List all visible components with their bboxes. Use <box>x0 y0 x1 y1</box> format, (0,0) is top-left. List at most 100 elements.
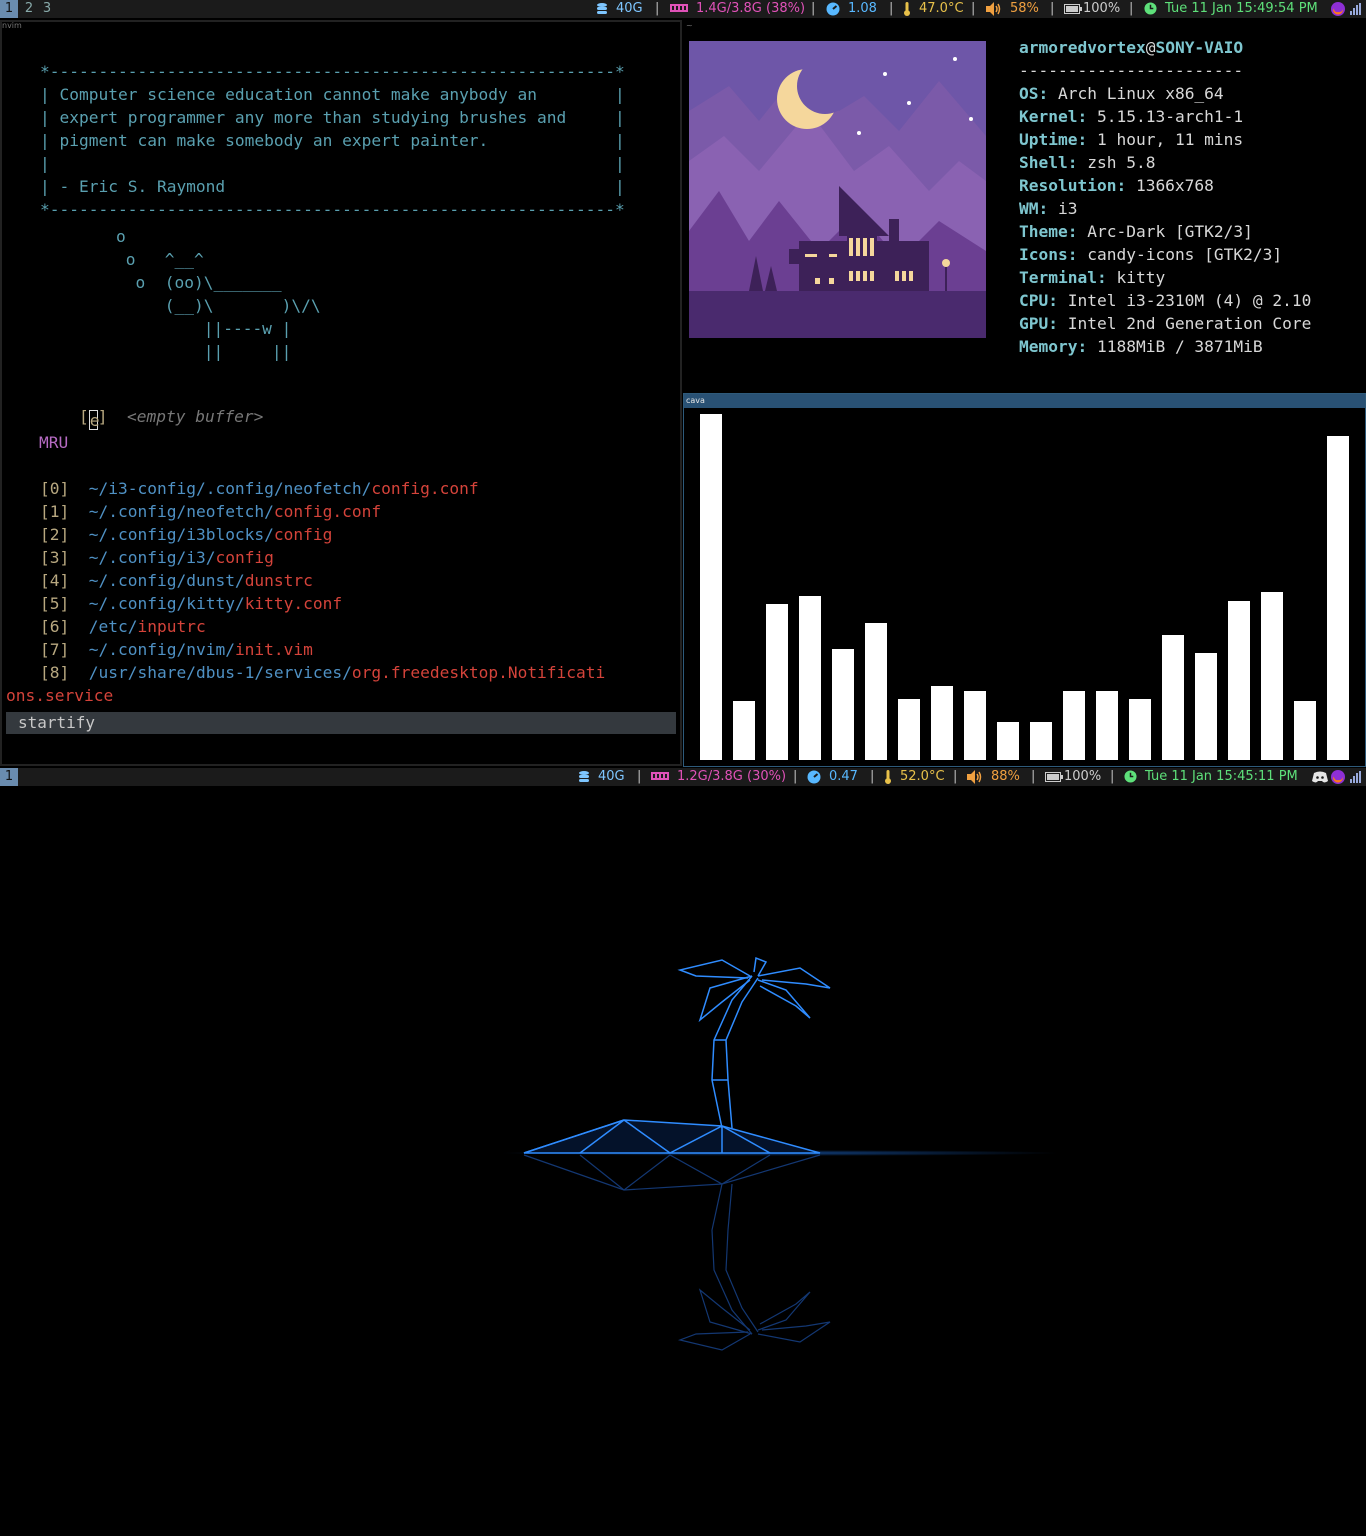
mru-file: config <box>273 525 333 544</box>
mru-dir: ~/.config/kitty/ <box>88 594 245 613</box>
clock-block: Tue 11 Jan 15:49:54 PM <box>1144 0 1318 18</box>
neofetch-key: GPU: <box>1019 314 1058 333</box>
neofetch-key: CPU: <box>1019 291 1058 310</box>
firefox-icon[interactable] <box>1330 769 1346 785</box>
separator: | <box>870 769 875 784</box>
mru-index: [4] <box>40 571 70 590</box>
mru-item[interactable]: [1] ~/.config/neofetch/config.conf <box>40 502 381 522</box>
quote-line: | expert programmer any more than studyi… <box>40 108 625 127</box>
separator: | <box>1110 769 1115 784</box>
neofetch-userhost: armoredvortex@SONY-VAIO <box>1019 38 1244 57</box>
empty-buffer-entry[interactable]: [e] <empty buffer> <box>40 387 263 450</box>
mru-item[interactable]: [3] ~/.config/i3/config <box>40 548 274 568</box>
empty-buffer-label: <empty buffer> <box>126 407 264 426</box>
mru-item[interactable]: [6] /etc/inputrc <box>40 617 206 637</box>
mru-index: [7] <box>40 640 70 659</box>
neofetch-value: 1 hour, 11 mins <box>1087 130 1244 149</box>
memory-value: 1.2G/3.8G (30%) <box>677 769 787 784</box>
neofetch-rule: ----------------------- <box>1019 61 1244 80</box>
neofetch-key: Theme: <box>1019 222 1078 241</box>
separator: | <box>1031 769 1036 784</box>
discord-icon[interactable] <box>1312 771 1328 783</box>
neofetch-window[interactable]: armoredvortex@SONY-VAIO ----------------… <box>685 34 1366 392</box>
cava-bar <box>1096 691 1118 760</box>
temp-value: 52.0°C <box>900 769 945 784</box>
separator: | <box>811 1 816 16</box>
neofetch-value: 1366x768 <box>1126 176 1214 195</box>
quote-line: | - Eric S. Raymond | <box>40 177 625 196</box>
clock-icon <box>1144 2 1157 15</box>
cursor: e <box>88 410 100 430</box>
neofetch-key: Memory: <box>1019 337 1088 356</box>
mru-index: [8] <box>40 663 70 682</box>
mru-item[interactable]: [4] ~/.config/dunst/dunstrc <box>40 571 313 591</box>
mru-file: config.conf <box>371 479 479 498</box>
mru-dir: ~/.config/neofetch/ <box>88 502 274 521</box>
cow-line: o <box>116 227 126 246</box>
database-icon <box>579 770 589 782</box>
mru-dir: ~/.config/dunst/ <box>88 571 245 590</box>
mru-item[interactable]: [0] ~/i3-config/.config/neofetch/config.… <box>40 479 479 499</box>
signal-icon <box>1350 771 1361 783</box>
mru-item[interactable]: [2] ~/.config/i3blocks/config <box>40 525 332 545</box>
clock-block: Tue 11 Jan 15:45:11 PM <box>1124 768 1298 786</box>
mru-dir: /etc/ <box>88 617 138 636</box>
cava-bar <box>1294 701 1316 760</box>
temp-value: 47.0°C <box>919 1 964 16</box>
cow-line: (__)\ )\/\ <box>116 296 321 315</box>
night-landscape-image <box>689 41 986 338</box>
cava-window[interactable]: cava <box>683 393 1366 767</box>
disk-block: 40G <box>596 0 643 18</box>
mru-index: [1] <box>40 502 70 521</box>
cava-bar <box>1129 699 1151 760</box>
load-block: 1.08 <box>826 0 877 18</box>
thermometer-icon <box>885 769 891 784</box>
cava-bar <box>1162 635 1184 760</box>
memory-block: 1.4G/3.8G (38%) <box>670 0 805 18</box>
mru-index: [3] <box>40 548 70 567</box>
firefox-icon[interactable] <box>1330 1 1346 17</box>
neofetch-value: candy-icons [GTK2/3] <box>1077 245 1283 264</box>
mru-header: MRU <box>39 433 69 452</box>
speaker-icon <box>967 769 982 784</box>
volume-value: 88% <box>991 769 1020 784</box>
volume-value: 58% <box>1010 1 1039 16</box>
cow-line: || || <box>116 342 292 361</box>
quote-line: *---------------------------------------… <box>40 62 625 81</box>
quote-line: | pigment can make somebody an expert pa… <box>40 131 625 150</box>
workspace-2-button[interactable]: 2 <box>20 0 38 18</box>
mru-item[interactable]: [7] ~/.config/nvim/init.vim <box>40 640 313 660</box>
mru-file: config.conf <box>273 502 382 521</box>
mru-file: init.vim <box>234 640 313 659</box>
separator: | <box>793 769 798 784</box>
workspace-1-button[interactable]: 1 <box>0 0 18 18</box>
battery-block: 100% <box>1064 0 1120 18</box>
cava-bar <box>997 722 1019 760</box>
mru-dir: ~/i3-config/.config/neofetch/ <box>88 479 372 498</box>
mru-file: inputrc <box>137 617 206 636</box>
nvim-window[interactable]: *---------------------------------------… <box>0 20 682 766</box>
temp-block: 47.0°C <box>903 0 964 18</box>
cava-bar <box>898 699 920 760</box>
quote-line: *---------------------------------------… <box>40 200 625 219</box>
mru-item[interactable]: [8] /usr/share/dbus-1/services/org.freed… <box>40 663 605 683</box>
load-value: 0.47 <box>829 769 858 784</box>
workspace-3-button[interactable]: 3 <box>38 0 56 18</box>
load-block: 0.47 <box>807 768 858 786</box>
mru-file: config <box>215 548 274 567</box>
volume-block: 58% <box>986 0 1039 18</box>
neofetch-row: Theme: Arc-Dark [GTK2/3] <box>1019 220 1253 243</box>
cow-line: o (oo)\_______ <box>116 273 282 292</box>
temp-block: 52.0°C <box>884 768 945 786</box>
cow-line: o ^__^ <box>116 250 204 269</box>
battery-icon <box>1064 3 1082 14</box>
mru-file: org.freedesktop.Notificati <box>351 663 606 682</box>
quote-line: | | <box>40 154 625 173</box>
neofetch-value: kitty <box>1106 268 1166 287</box>
battery-value: 100% <box>1083 1 1121 16</box>
cava-bar <box>931 686 953 760</box>
bottom-status-bar: 1 40G | 1.2G/3.8G (30%) | 0.47 | 52.0°C … <box>0 768 1366 786</box>
workspace-1-button[interactable]: 1 <box>0 768 18 786</box>
mru-item[interactable]: [5] ~/.config/kitty/kitty.conf <box>40 594 342 614</box>
disk-value: 40G <box>616 1 643 16</box>
